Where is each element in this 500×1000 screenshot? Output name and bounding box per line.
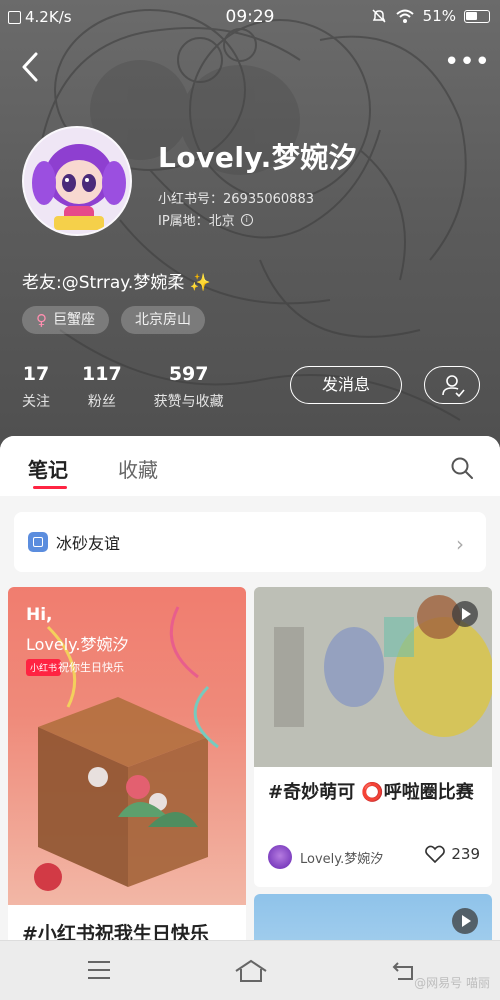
avatar[interactable]: [22, 126, 132, 236]
cover-greeting: Hi,: [26, 605, 53, 625]
album-icon: [28, 532, 48, 552]
xhs-badge: 小红书: [26, 659, 62, 676]
stat-number: 117: [82, 363, 122, 385]
stat-number: 597: [168, 363, 209, 385]
tab-notes[interactable]: 笔记: [28, 454, 68, 483]
ip-location: IP属地：北京 i: [158, 210, 253, 229]
active-tab-indicator: [33, 486, 67, 489]
search-icon[interactable]: [450, 456, 474, 480]
stat-label: 关注: [22, 394, 50, 410]
content-tabs: 笔记 收藏: [0, 436, 500, 496]
battery-icon: [464, 9, 490, 23]
note-cover-birthday: Hi, Lovely.梦婉汐 小红书 祝你生日快乐: [8, 587, 246, 905]
status-bar: 4.2K/s 09:29 51%: [0, 0, 500, 36]
cover-wish: 祝你生日快乐: [58, 661, 124, 674]
xhs-id: 小红书号：26935060883: [158, 192, 314, 207]
note-cover-video: [254, 587, 492, 767]
note-caption: #奇妙萌可 ⭕呼啦圈比赛: [268, 782, 474, 803]
home-icon[interactable]: [234, 959, 268, 983]
author-avatar: [268, 845, 292, 869]
more-options-icon[interactable]: •••: [444, 49, 490, 78]
content-panel: 笔记 收藏 冰砂友谊 › Hi, Lovely.梦婉汐 小红书 祝你生日快乐 #…: [0, 436, 500, 1000]
like-button[interactable]: 239: [425, 845, 480, 863]
tag-label: 北京房山: [135, 312, 191, 328]
female-icon: ♀: [36, 311, 47, 329]
status-right: 51%: [371, 7, 490, 25]
note-card[interactable]: Hi, Lovely.梦婉汐 小红书 祝你生日快乐 #小红书祝我生日快乐: [8, 587, 246, 1000]
follow-button[interactable]: [424, 366, 480, 404]
tag-label: 巨蟹座: [53, 312, 95, 328]
video-play-icon: [452, 601, 478, 627]
menu-icon[interactable]: [86, 959, 112, 981]
user-check-icon: [442, 375, 465, 398]
mute-bell-icon: [372, 9, 386, 23]
watermark: @网易号 喵丽: [414, 976, 490, 990]
battery-percent: 51%: [422, 7, 456, 25]
note-card[interactable]: #奇妙萌可 ⭕呼啦圈比赛 Lovely.梦婉汐 239: [254, 587, 492, 887]
profile-tags: ♀ 巨蟹座 北京房山: [22, 306, 205, 334]
tag-location: 北京房山: [121, 306, 205, 334]
album-title: 冰砂友谊: [56, 534, 121, 553]
profile-name: Lovely.梦婉汐: [158, 141, 358, 174]
like-count: 239: [451, 845, 480, 863]
back-arrow-icon[interactable]: [16, 50, 46, 84]
stat-label: 获赞与收藏: [153, 394, 224, 410]
stat-followers[interactable]: 117 粉丝: [82, 363, 122, 411]
profile-stats: 17 关注 117 粉丝 597 获赞与收藏: [22, 363, 224, 411]
ip-location-text: IP属地：北京: [158, 214, 235, 229]
author-name: Lovely.梦婉汐: [300, 851, 384, 867]
send-message-button[interactable]: 发消息: [290, 366, 402, 404]
note-author[interactable]: Lovely.梦婉汐: [268, 845, 383, 869]
avatar-doll-image: [24, 128, 130, 234]
profile-screen: 4.2K/s 09:29 51% ••• Lovely.梦婉汐 小红书号：269…: [0, 0, 500, 1000]
info-icon[interactable]: i: [240, 213, 253, 226]
stat-number: 17: [22, 363, 50, 385]
stat-label: 粉丝: [87, 394, 116, 410]
wifi-icon: [395, 9, 414, 23]
tag-zodiac: ♀ 巨蟹座: [22, 306, 109, 334]
stat-following[interactable]: 17 关注: [22, 363, 50, 411]
system-navigation-bar: [0, 940, 500, 1000]
chevron-right-icon: ›: [456, 532, 464, 556]
heart-icon: [425, 845, 446, 863]
cover-name: Lovely.梦婉汐: [26, 635, 129, 654]
album-entry[interactable]: 冰砂友谊 ›: [14, 512, 486, 572]
video-play-icon: [452, 908, 478, 934]
tab-collections[interactable]: 收藏: [118, 454, 158, 483]
profile-bio: 老友:@Strray.梦婉柔 ✨: [22, 273, 211, 293]
stat-likes-collects[interactable]: 597 获赞与收藏: [154, 363, 224, 411]
profile-header: 4.2K/s 09:29 51% ••• Lovely.梦婉汐 小红书号：269…: [0, 0, 500, 460]
